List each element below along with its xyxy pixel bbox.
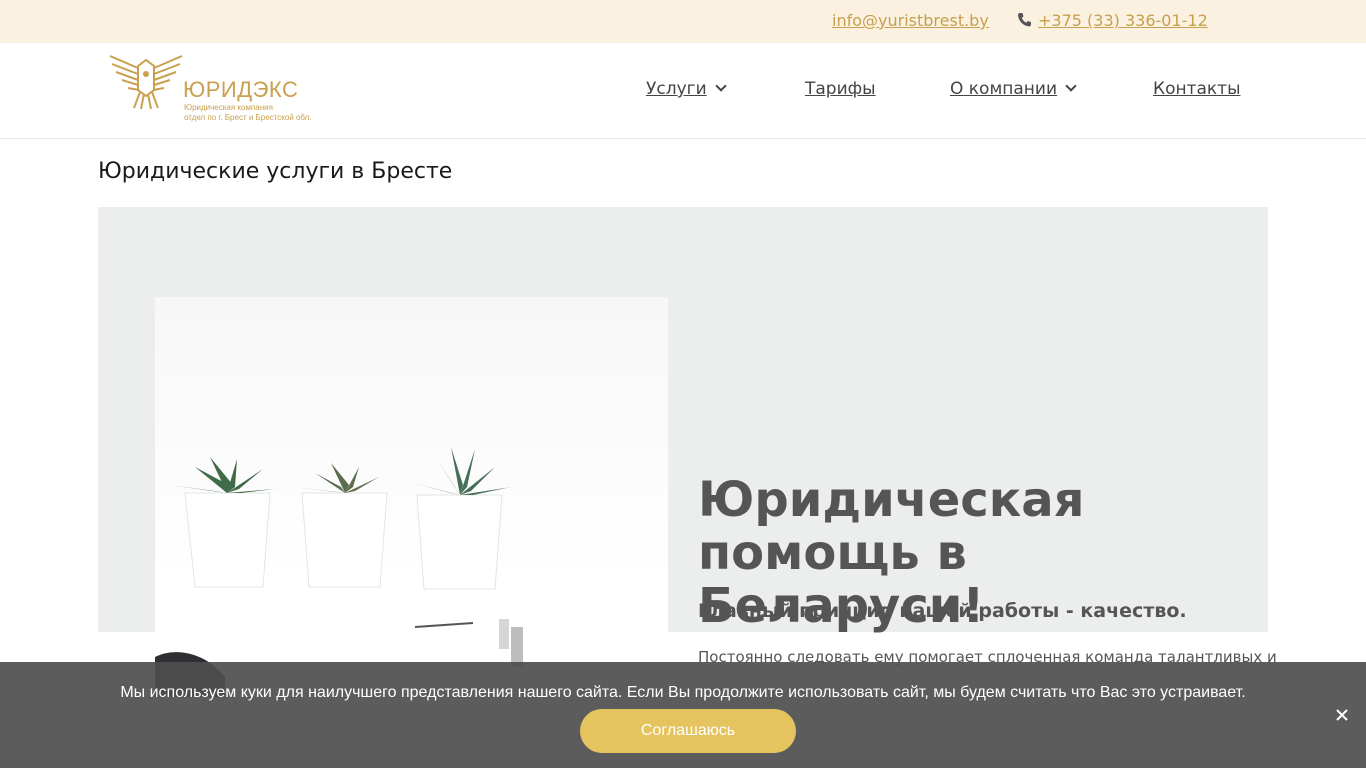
- chevron-down-icon: [714, 80, 727, 92]
- nav-item-contacts[interactable]: Контакты: [1153, 79, 1241, 99]
- nav-item-about[interactable]: О компании: [950, 79, 1077, 99]
- phone-icon: [1017, 12, 1031, 28]
- nav-item-tariffs[interactable]: Тарифы: [805, 79, 876, 99]
- nav-label-services: Услуги: [646, 79, 707, 99]
- cookie-banner: Мы используем куки для наилучшего предст…: [0, 662, 1366, 768]
- nav-label-tariffs: Тарифы: [805, 79, 876, 99]
- hero-subheading: Главный принцип нашей работы - качество.: [698, 600, 1187, 622]
- cookie-accept-button[interactable]: Соглашаюсь: [580, 709, 796, 753]
- eagle-logo-icon: [109, 55, 183, 110]
- site-header: ЮРИДЭКС Юридическая компания отдел по г.…: [0, 43, 1366, 139]
- nav-label-contacts: Контакты: [1153, 79, 1241, 99]
- nav-label-about: О компании: [950, 79, 1058, 99]
- chevron-down-icon: [1065, 80, 1077, 92]
- logo-brand-name: ЮРИДЭКС: [183, 77, 299, 102]
- logo[interactable]: ЮРИДЭКС Юридическая компания отдел по г.…: [108, 52, 318, 124]
- phone-link[interactable]: +375 (33) 336-01-12: [1038, 11, 1208, 30]
- email-link[interactable]: info@yuristbrest.by: [832, 11, 989, 30]
- close-icon[interactable]: [1333, 706, 1351, 724]
- top-contact-bar: info@yuristbrest.by +375 (33) 336-01-12: [0, 0, 1366, 43]
- hero-image-plants: [155, 297, 668, 697]
- logo-tagline: Юридическая компания: [184, 103, 273, 112]
- logo-tagline-region: отдел по г. Брест и Брестской обл.: [184, 113, 312, 122]
- plants-illustration: [155, 447, 523, 697]
- page-title: Юридические услуги в Бресте: [98, 159, 453, 184]
- nav-item-services[interactable]: Услуги: [646, 79, 727, 99]
- cookie-message: Мы используем куки для наилучшего предст…: [120, 684, 1246, 701]
